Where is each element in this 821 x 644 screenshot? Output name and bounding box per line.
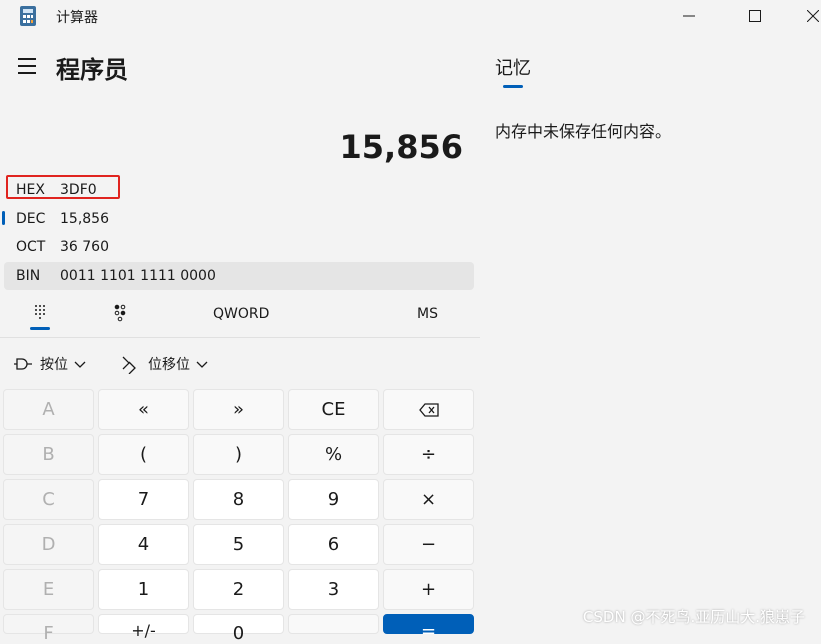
radix-value: 0011 1101 1111 0000 [60, 268, 216, 284]
calculator-app-icon [20, 6, 36, 26]
memory-empty-message: 内存中未保存任何内容。 [495, 122, 672, 141]
radix-label: BIN [16, 268, 41, 284]
radix-value: 15,856 [60, 211, 109, 227]
key-4[interactable]: 4 [98, 524, 189, 565]
minimize-icon [683, 15, 695, 17]
key-decimal[interactable] [288, 614, 379, 634]
backspace-icon [418, 402, 439, 417]
bit-toggling-keypad-tab[interactable] [106, 300, 136, 330]
radix-value: 36 760 [60, 239, 109, 255]
hamburger-menu-icon[interactable] [18, 58, 36, 74]
key-left-shift[interactable]: « [98, 389, 189, 430]
key-8[interactable]: 8 [193, 479, 284, 520]
watermark: CSDN @不死鸟.亚历山大.狼崽子 [582, 608, 805, 626]
key-5[interactable]: 5 [193, 524, 284, 565]
key-right-shift[interactable]: » [193, 389, 284, 430]
key-0[interactable]: 0 [193, 614, 284, 644]
hex-highlight-box [6, 175, 120, 199]
memory-tab[interactable]: 记忆 [495, 54, 531, 80]
key-b[interactable]: B [3, 434, 94, 475]
active-tab-indicator [30, 327, 50, 330]
key-clear-entry[interactable]: CE [288, 389, 379, 430]
key-a[interactable]: A [3, 389, 94, 430]
key-add[interactable]: + [383, 569, 474, 610]
divider [0, 337, 480, 338]
key-3[interactable]: 3 [288, 569, 379, 610]
bitshift-label: 位移位 [148, 357, 190, 373]
key-divide[interactable]: ÷ [383, 434, 474, 475]
key-f[interactable]: F [3, 614, 94, 644]
close-icon [807, 10, 819, 22]
close-button[interactable] [790, 0, 821, 32]
key-d[interactable]: D [3, 524, 94, 565]
radix-row-bin[interactable]: BIN 0011 1101 1111 0000 [4, 262, 474, 290]
key-equals[interactable]: = [383, 614, 474, 642]
key-multiply[interactable]: × [383, 479, 474, 520]
logic-gate-icon [14, 358, 32, 370]
key-percent[interactable]: % [288, 434, 379, 475]
display-value: 15,856 [339, 128, 463, 166]
minimize-button[interactable] [666, 0, 712, 32]
key-subtract[interactable]: − [383, 524, 474, 565]
key-e[interactable]: E [3, 569, 94, 610]
chevron-down-icon [74, 361, 86, 368]
radix-row-oct[interactable]: OCT 36 760 [4, 233, 474, 261]
radix-row-dec[interactable]: DEC 15,856 [4, 205, 474, 233]
maximize-button[interactable] [732, 0, 778, 32]
radix-label: OCT [16, 239, 46, 255]
radix-label: DEC [16, 211, 46, 227]
memory-store-button[interactable]: MS [417, 306, 438, 322]
key-1[interactable]: 1 [98, 569, 189, 610]
key-7[interactable]: 7 [98, 479, 189, 520]
selected-radix-indicator [2, 211, 5, 225]
key-6[interactable]: 6 [288, 524, 379, 565]
bit-shift-icon [122, 356, 136, 374]
key-backspace[interactable] [383, 389, 474, 430]
key-right-paren[interactable]: ) [193, 434, 284, 475]
chevron-down-icon [196, 361, 208, 368]
maximize-icon [749, 10, 761, 22]
window-title: 计算器 [56, 10, 98, 26]
word-size-button[interactable]: QWORD [213, 306, 269, 322]
key-9[interactable]: 9 [288, 479, 379, 520]
key-left-paren[interactable]: ( [98, 434, 189, 475]
mode-title: 程序员 [56, 56, 128, 84]
bitshift-menu[interactable]: 位移位 [120, 352, 208, 376]
bitwise-label: 按位 [40, 357, 68, 373]
memory-tab-indicator [503, 85, 523, 88]
bitwise-menu[interactable]: 按位 [12, 352, 86, 376]
full-keypad-icon [35, 305, 45, 319]
bit-toggling-keypad-icon [114, 304, 126, 322]
full-keypad-tab[interactable] [25, 300, 55, 330]
key-2[interactable]: 2 [193, 569, 284, 610]
key-negate[interactable]: +/- [98, 614, 189, 640]
key-c[interactable]: C [3, 479, 94, 520]
